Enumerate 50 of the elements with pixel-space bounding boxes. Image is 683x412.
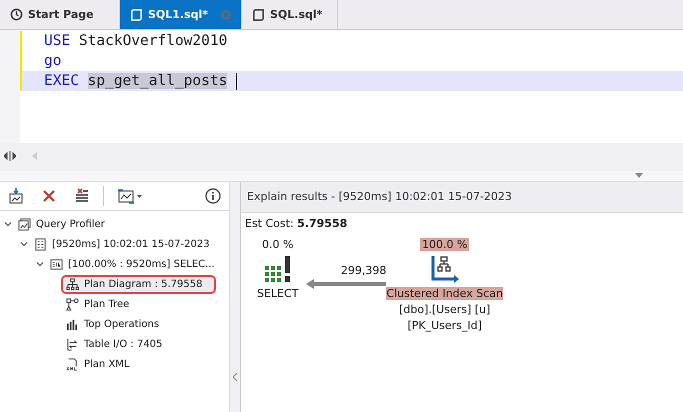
- tree-item[interactable]: Query Profiler: [15, 216, 108, 232]
- info-icon[interactable]: [205, 188, 221, 204]
- index-scan-icon: [430, 254, 460, 284]
- arrow-icon: [306, 279, 386, 289]
- results-header: Explain results - [9520ms] 10:02:01 15-07-2023: [241, 182, 683, 213]
- tree-item[interactable]: [100.00% : 9520ms] SELEC...: [47, 256, 218, 272]
- cost-percent: 0.0 %: [260, 238, 294, 251]
- tree-item[interactable]: Plan XML: [63, 356, 133, 372]
- cost-label: Est Cost:: [245, 217, 294, 230]
- expand-chevron-icon[interactable]: [4, 220, 12, 228]
- exchange-icon: [66, 338, 79, 350]
- cost-percent: 100.0 %: [420, 238, 470, 251]
- tab-label: SQL1.sql*: [148, 8, 208, 21]
- operator-detail: [dbo].[Users] [u]: [399, 303, 490, 316]
- expand-chevron-icon[interactable]: [20, 240, 28, 248]
- select-operator-icon: [262, 254, 293, 284]
- cost-value: 5.79558: [297, 217, 348, 230]
- script-icon: [130, 8, 143, 21]
- tree-item[interactable]: Top Operations: [63, 316, 162, 332]
- tab-label: Start Page: [28, 8, 94, 21]
- clock-icon: [10, 8, 23, 21]
- clear-list-icon[interactable]: [74, 188, 90, 204]
- editor-tab[interactable]: SQL1.sql*: [120, 0, 242, 29]
- profiler-icon: [18, 218, 31, 230]
- hierarchy-icon: [66, 278, 79, 290]
- tree-item[interactable]: Table I/O : 7405: [63, 336, 166, 352]
- import-plan-icon[interactable]: [8, 188, 24, 204]
- code-editor[interactable]: USE StackOverflow2010 go EXEC sp_get_all_posts: [0, 30, 683, 143]
- tree-item[interactable]: [9520ms] 10:02:01 15-07-2023: [31, 236, 213, 252]
- compare-dropdown-icon[interactable]: [117, 188, 143, 204]
- delete-icon[interactable]: [41, 188, 57, 204]
- editor-tab[interactable]: SQL.sql*: [242, 0, 338, 29]
- chevron-down-icon[interactable]: [635, 173, 643, 178]
- row-count: 299,398: [340, 264, 386, 277]
- operator-label: Clustered Index Scan: [386, 287, 503, 300]
- tree-item[interactable]: Plan Tree: [63, 296, 132, 312]
- bar-chart-icon: [66, 318, 79, 330]
- collapse-left-icon[interactable]: [232, 373, 238, 381]
- tree-nodes-icon: [66, 298, 79, 310]
- expand-chevron-icon[interactable]: [36, 260, 44, 268]
- script-icon: [252, 8, 265, 21]
- operator-label: SELECT: [257, 287, 298, 300]
- sql-file-icon: [50, 258, 63, 270]
- operator-detail: [PK_Users_Id]: [407, 319, 482, 332]
- tree-item[interactable]: Plan Diagram : 5.79558: [63, 276, 214, 292]
- xml-file-icon: [66, 358, 79, 370]
- tab-label: SQL.sql*: [270, 8, 322, 21]
- list-document-icon: [34, 238, 47, 250]
- code-line: USE StackOverflow2010: [20, 31, 683, 51]
- splitter-icon[interactable]: [4, 151, 16, 161]
